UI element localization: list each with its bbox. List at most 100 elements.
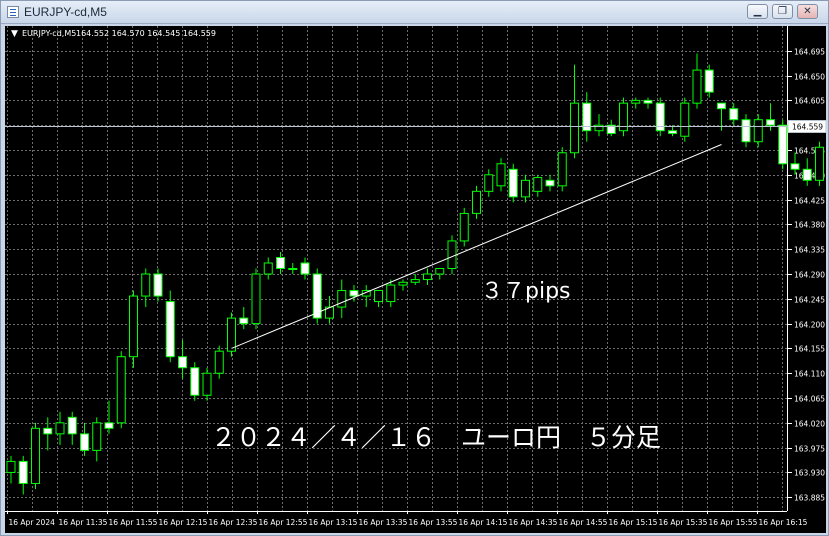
candle xyxy=(459,207,469,247)
candle-body-bull xyxy=(631,99,641,104)
candle-body-bear xyxy=(717,102,726,110)
candle-body-bull xyxy=(251,273,261,325)
time-tick-label: 16 Apr 11:35 xyxy=(59,518,108,527)
candle xyxy=(680,97,690,142)
candle-body-bear xyxy=(239,317,249,325)
price-tick-label: 164.650 xyxy=(794,73,825,82)
title-annotation: ２０２４／４／１６ ユーロ円 ５分足 xyxy=(211,423,661,452)
time-tick-label: 16 Apr 2024 xyxy=(9,518,56,527)
candle xyxy=(31,422,40,489)
candle xyxy=(815,141,824,186)
candle-body-bear xyxy=(349,290,359,297)
candle-body-bull xyxy=(570,102,579,154)
title-bar[interactable]: EURJPY-cd,M5 ▁ ❐ ✕ xyxy=(1,1,828,24)
price-chart[interactable]: 164.695164.650164.605164.560164.515164.4… xyxy=(5,26,826,533)
header-arrow-icon[interactable]: ▼ xyxy=(11,29,18,39)
time-tick-label: 16 Apr 15:15 xyxy=(609,518,658,527)
price-tick-label: 164.290 xyxy=(794,271,825,280)
chart-area[interactable]: 164.695164.650164.605164.560164.515164.4… xyxy=(5,26,826,533)
range-annotation: ３７pips xyxy=(481,279,571,304)
price-tick-label: 164.605 xyxy=(794,97,825,106)
candle-body-bull xyxy=(214,350,224,374)
chart-window-icon xyxy=(7,6,19,18)
bid-price-label: 164.559 xyxy=(792,123,823,132)
candle-body-bear xyxy=(153,273,163,297)
candle-body-bear xyxy=(18,460,28,484)
price-tick-label: 164.245 xyxy=(794,296,825,305)
candle-body-bull xyxy=(423,273,432,281)
candle-body-bull xyxy=(484,174,494,192)
candle-body-bear xyxy=(190,367,200,396)
candle xyxy=(447,235,457,275)
time-tick-label: 16 Apr 12:55 xyxy=(259,518,308,527)
candle-body-bull xyxy=(692,69,702,104)
candle-body-bull xyxy=(6,460,16,473)
candle-body-bull xyxy=(753,119,763,143)
candle-body-bear xyxy=(741,119,751,143)
candle-body-bull xyxy=(129,295,138,358)
price-tick-label: 163.975 xyxy=(794,445,825,454)
candle-body-bear xyxy=(545,179,555,187)
candle-body-bull xyxy=(435,268,445,275)
candle xyxy=(778,119,788,170)
price-tick-label: 164.200 xyxy=(794,321,825,330)
minimize-button[interactable]: ▁ xyxy=(747,4,768,19)
candle-body-bull xyxy=(521,179,530,198)
candle xyxy=(227,312,236,357)
candle xyxy=(508,163,518,203)
candle xyxy=(251,268,261,330)
candle-body-bull xyxy=(533,177,543,192)
candle xyxy=(655,97,665,137)
candle-body-bear xyxy=(67,416,77,435)
window-title: EURJPY-cd,M5 xyxy=(24,5,107,19)
time-tick-label: 16 Apr 15:55 xyxy=(709,518,758,527)
candle xyxy=(129,290,138,368)
candle-body-bull xyxy=(141,273,151,297)
terminal-window: EURJPY-cd,M5 ▁ ❐ ✕ 164.695 164.650 164.605… xyxy=(0,0,829,536)
price-tick-label: 163.930 xyxy=(794,469,825,478)
price-tick-label: 164.110 xyxy=(794,370,825,379)
time-tick-label: 16 Apr 13:15 xyxy=(309,518,358,527)
candle-body-bear xyxy=(178,356,187,369)
candle xyxy=(190,362,200,401)
candle-body-bull xyxy=(557,152,567,187)
price-tick-label: 164.695 xyxy=(794,48,825,57)
candle-body-bear xyxy=(778,124,788,165)
candle-body-bull xyxy=(337,290,347,308)
candle-body-bull xyxy=(202,372,212,396)
time-tick-label: 16 Apr 14:55 xyxy=(559,518,608,527)
candle-body-bear xyxy=(80,433,89,451)
price-tick-label: 164.425 xyxy=(794,197,825,206)
close-button[interactable]: ✕ xyxy=(797,4,818,19)
candle-body-bear xyxy=(802,168,812,181)
time-tick-label: 16 Apr 13:55 xyxy=(409,518,458,527)
candle-body-bear xyxy=(729,108,739,121)
candle-body-bear xyxy=(508,168,518,198)
price-tick-label: 164.380 xyxy=(794,221,825,230)
price-tick-label: 164.020 xyxy=(794,420,825,429)
candle-body-bear xyxy=(704,69,714,93)
candle-body-bear xyxy=(668,130,677,134)
candle-body-bear xyxy=(276,256,285,270)
time-tick-label: 16 Apr 14:15 xyxy=(459,518,508,527)
candle-body-bull xyxy=(815,146,824,181)
candle xyxy=(619,97,628,137)
candle-body-bull xyxy=(227,317,236,352)
time-tick-label: 16 Apr 12:35 xyxy=(209,518,258,527)
candle-body-bear xyxy=(766,119,775,126)
candle-body-bear xyxy=(300,262,310,275)
chart-ohlc-label: 164.552 164.570 164.545 164.559 xyxy=(76,29,216,38)
time-tick-label: 16 Apr 14:35 xyxy=(509,518,558,527)
candle-body-bull xyxy=(680,102,690,137)
restore-button[interactable]: ❐ xyxy=(772,4,793,19)
candle-body-bear xyxy=(43,427,53,435)
price-tick-label: 164.065 xyxy=(794,395,825,404)
candle-body-bull xyxy=(263,262,273,275)
candle-body-bear xyxy=(165,301,175,358)
candle-body-bear xyxy=(104,422,114,429)
price-tick-label: 164.155 xyxy=(794,345,825,354)
candle-body-bull xyxy=(459,212,469,242)
candle-body-bull xyxy=(92,422,102,451)
candle-body-bull xyxy=(496,163,506,187)
candle-body-bull xyxy=(398,281,408,286)
